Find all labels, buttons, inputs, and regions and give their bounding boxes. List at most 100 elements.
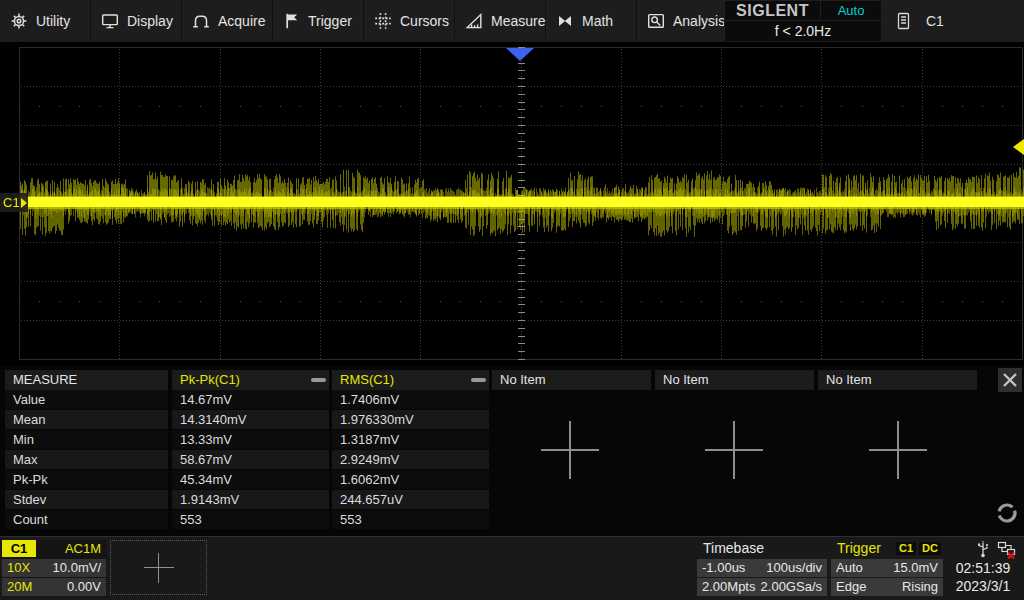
- menu-measure[interactable]: Measure: [455, 0, 546, 42]
- plus-icon: [144, 553, 174, 583]
- measure-value: 2.9249mV: [332, 450, 489, 469]
- menu-utility[interactable]: Utility: [0, 0, 91, 42]
- measure-value: 14.3140mV: [172, 410, 329, 429]
- measure-close-button[interactable]: [998, 368, 1022, 392]
- menu-label: Analysis: [673, 13, 725, 29]
- channel1-status-box[interactable]: C1 AC1M 10X 10.0mV/ 20M 0.00V: [2, 540, 106, 597]
- trigger-type: Edge: [836, 578, 866, 596]
- gear-icon: [10, 12, 28, 30]
- remove-measure-1-button[interactable]: [311, 378, 326, 382]
- measure-row-label: Value: [5, 390, 168, 409]
- trigger-mode: Auto: [836, 559, 863, 577]
- measure-col-header-4[interactable]: No Item: [655, 370, 814, 390]
- menu-label: Cursors: [400, 13, 449, 29]
- channel-offset-marker[interactable]: C1: [0, 193, 28, 212]
- menu-label: Display: [127, 13, 173, 29]
- channel1-bandwidth: 20M: [7, 578, 32, 596]
- lan-icon[interactable]: [997, 541, 1017, 559]
- rotate-icon: [995, 501, 1019, 525]
- measure-value: 244.657uV: [332, 490, 489, 509]
- clock-time: 02:51:39: [950, 560, 1016, 576]
- measure-row-label: Pk-Pk: [5, 470, 168, 489]
- menu-label: Trigger: [308, 13, 352, 29]
- add-channel-button[interactable]: [110, 540, 207, 595]
- measure-icon: [465, 12, 483, 30]
- channel1-probe: 10X: [7, 559, 30, 577]
- measure-corner-header: MEASURE: [5, 370, 168, 390]
- oscilloscope-screen: Utility Display Acquire Trigger Cursors …: [0, 0, 1024, 600]
- timebase-points: 2.00Mpts: [702, 578, 755, 596]
- measure-value: 58.67mV: [172, 450, 329, 469]
- measure-value: 1.7406mV: [332, 390, 489, 409]
- add-measure-button-1[interactable]: [541, 421, 599, 479]
- channel1-scale: 10.0mV/: [53, 559, 101, 577]
- measure-col-header-3[interactable]: No Item: [492, 370, 651, 390]
- measure-value: 13.33mV: [172, 430, 329, 449]
- acquisition-status[interactable]: Auto: [821, 1, 881, 20]
- trigger-title: Trigger: [837, 540, 881, 557]
- measure-value: 45.34mV: [172, 470, 329, 489]
- timebase-box[interactable]: Timebase -1.00us 100us/div 2.00Mpts 2.00…: [697, 540, 827, 597]
- menu-label: Measure: [491, 13, 545, 29]
- trigger-position-marker[interactable]: [506, 48, 534, 61]
- menu-cursors[interactable]: Cursors: [364, 0, 455, 42]
- menu-analysis[interactable]: Analysis: [637, 0, 728, 42]
- measure-row-label: Min: [5, 430, 168, 449]
- status-bar: C1 AC1M 10X 10.0mV/ 20M 0.00V Timebase -…: [0, 537, 1024, 600]
- trigger-level-marker[interactable]: [1013, 139, 1024, 155]
- add-measure-button-3[interactable]: [869, 421, 927, 479]
- channel1-coupling: AC1M: [65, 541, 101, 556]
- measure-col-header-5[interactable]: No Item: [818, 370, 977, 390]
- timebase-title: Timebase: [703, 540, 764, 557]
- measure-col-header-2[interactable]: RMS(C1): [332, 370, 489, 390]
- measure-value: 1.976330mV: [332, 410, 489, 429]
- header-channel-label: C1: [926, 13, 944, 29]
- menu-math[interactable]: Math: [546, 0, 637, 42]
- measure-value: 553: [172, 510, 329, 529]
- brand-logo: SIGLENT: [725, 1, 821, 20]
- menu-display[interactable]: Display: [91, 0, 182, 42]
- trigger-source-chip: C1: [896, 542, 916, 555]
- menu-trigger[interactable]: Trigger: [273, 0, 364, 42]
- acquire-icon: [192, 12, 210, 30]
- measure-row-label: Mean: [5, 410, 168, 429]
- measure-value: 553: [332, 510, 489, 529]
- trigger-box[interactable]: Trigger C1 DC Auto 15.0mV Edge Rising: [831, 540, 943, 597]
- channel-offset-arrow-icon: [21, 198, 27, 208]
- notes-icon: [897, 12, 910, 30]
- measure-col-header-1[interactable]: Pk-Pk(C1): [172, 370, 329, 390]
- menu-label: Utility: [36, 13, 70, 29]
- timebase-delay: -1.00us: [702, 559, 745, 577]
- measure-panel: MEASURE Pk-Pk(C1) RMS(C1) No Item No Ite…: [0, 366, 1024, 537]
- menu-label: Acquire: [218, 13, 265, 29]
- timebase-samplerate: 2.00GSa/s: [761, 578, 822, 596]
- measure-row-label: Stdev: [5, 490, 168, 509]
- display-icon: [101, 12, 119, 30]
- analysis-icon: [647, 12, 665, 30]
- close-icon: [1002, 372, 1018, 388]
- panel-drag-widget[interactable]: [995, 501, 1019, 529]
- measure-value: 14.67mV: [172, 390, 329, 409]
- measure-value: 1.3187mV: [332, 430, 489, 449]
- trigger-level: 15.0mV: [893, 559, 938, 577]
- trigger-coupling-chip: DC: [919, 542, 941, 555]
- measure-value: 1.6062mV: [332, 470, 489, 489]
- remove-measure-2-button[interactable]: [471, 378, 486, 382]
- menu-label: Math: [582, 13, 613, 29]
- timebase-scale: 100us/div: [766, 559, 822, 577]
- waveform-canvas: [0, 42, 1024, 366]
- flag-icon: [283, 12, 300, 30]
- waveform-display[interactable]: C1: [0, 42, 1024, 366]
- clock-date: 2023/3/1: [950, 578, 1016, 594]
- header-channel-indicator[interactable]: C1: [893, 0, 1024, 42]
- math-icon: [556, 12, 574, 30]
- trigger-frequency-readout: f < 2.0Hz: [725, 21, 881, 41]
- measure-value: 1.9143mV: [172, 490, 329, 509]
- menu-acquire[interactable]: Acquire: [182, 0, 273, 42]
- usb-icon[interactable]: [975, 541, 991, 558]
- measure-row-label: Count: [5, 510, 168, 529]
- cursors-icon: [374, 12, 392, 30]
- trigger-slope: Rising: [902, 578, 938, 596]
- channel1-offset: 0.00V: [67, 578, 101, 596]
- add-measure-button-2[interactable]: [705, 421, 763, 479]
